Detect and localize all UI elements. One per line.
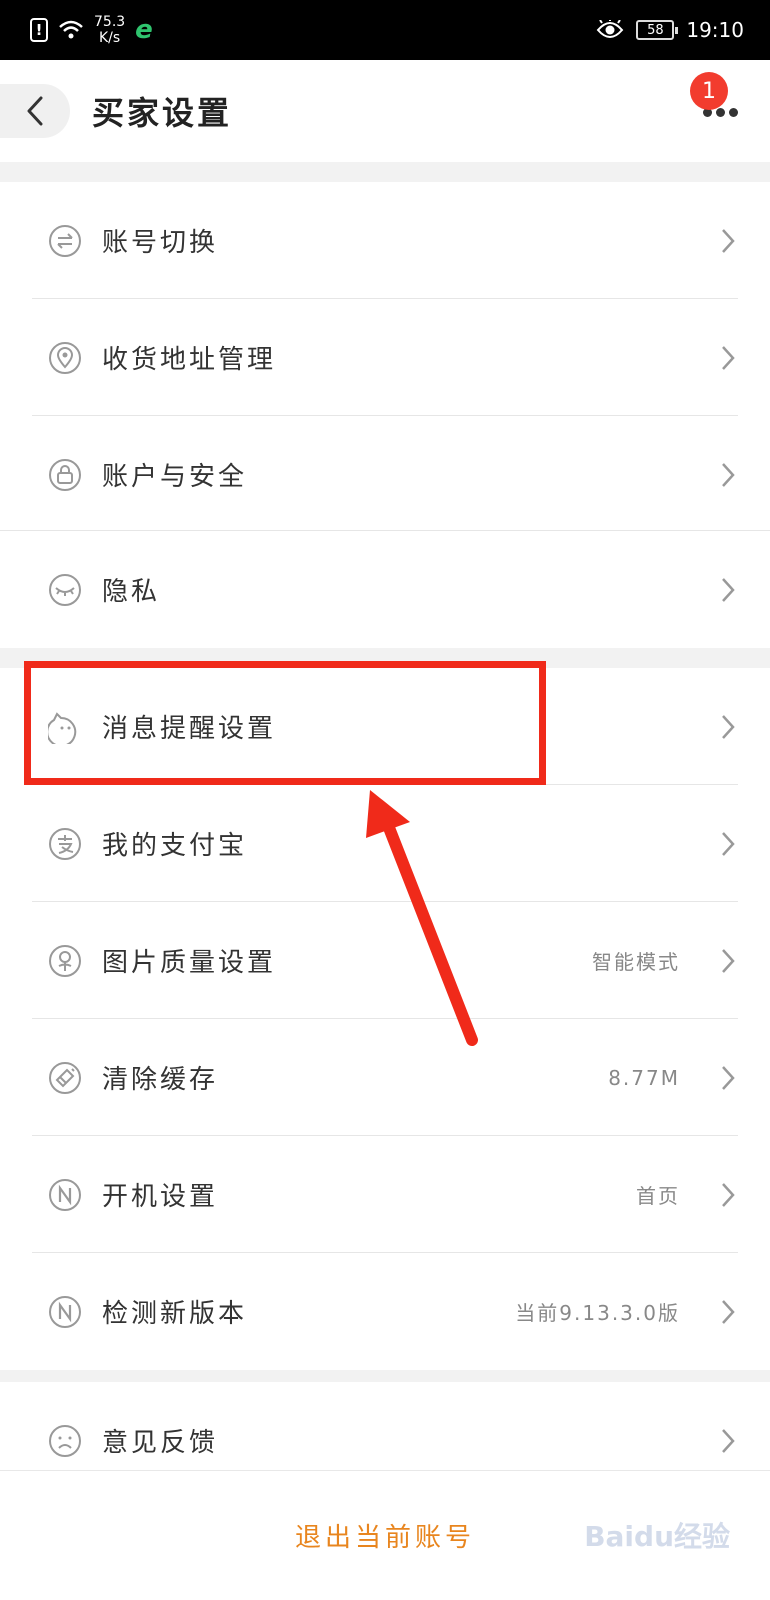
row-label: 检测新版本 <box>102 1299 248 1329</box>
chevron-right-icon <box>720 1064 736 1092</box>
row-account-switch[interactable]: 账号切换 <box>0 182 770 299</box>
browser-icon: e <box>135 15 153 45</box>
settings-group-privacy: 隐私 <box>0 530 770 648</box>
status-bar: ! 75.3 K/s e 58 19:10 <box>0 0 770 60</box>
row-label: 清除缓存 <box>102 1065 219 1095</box>
wifi-icon <box>59 20 83 39</box>
settings-group-account: 账号切换 收货地址管理 账户与安全 <box>0 182 770 533</box>
alert-icon: ! <box>30 18 48 42</box>
chevron-left-icon <box>27 96 43 126</box>
row-value: 智能模式 <box>592 950 680 974</box>
row-value: 当前9.13.3.0版 <box>515 1301 680 1325</box>
row-label: 账号切换 <box>102 228 219 258</box>
speed-value: 75.3 <box>94 14 126 30</box>
eye-icon <box>597 20 624 38</box>
back-button[interactable] <box>0 84 70 138</box>
annotation-highlight-box <box>24 661 546 785</box>
settings-group-feedback: 意见反馈 <box>0 1382 770 1470</box>
version-icon <box>48 1295 82 1329</box>
chevron-right-icon <box>720 344 736 372</box>
chevron-right-icon <box>720 1427 736 1455</box>
chevron-right-icon <box>720 1298 736 1326</box>
swap-icon <box>48 224 82 258</box>
status-right: 58 19:10 <box>596 10 744 50</box>
row-label: 账户与安全 <box>102 462 248 492</box>
feedback-icon <box>48 1424 82 1458</box>
more-button[interactable]: 1 <box>690 72 740 130</box>
notification-badge: 1 <box>690 72 728 110</box>
logout-button[interactable]: 退出当前账号 <box>295 1517 475 1554</box>
eye-closed-icon <box>48 573 82 607</box>
image-quality-icon <box>48 944 82 978</box>
chevron-right-icon <box>720 576 736 604</box>
status-left: ! 75.3 K/s e <box>30 10 153 50</box>
chevron-right-icon <box>720 461 736 489</box>
speed-unit: K/s <box>98 30 121 46</box>
row-feedback[interactable]: 意见反馈 <box>0 1382 770 1470</box>
row-privacy[interactable]: 隐私 <box>0 531 770 648</box>
row-label: 我的支付宝 <box>102 831 248 861</box>
chevron-right-icon <box>720 830 736 858</box>
network-speed: 75.3 K/s <box>94 14 125 46</box>
chevron-right-icon <box>720 947 736 975</box>
row-label: 意见反馈 <box>102 1428 219 1458</box>
clock: 19:10 <box>686 18 744 42</box>
row-value: 首页 <box>636 1184 680 1208</box>
chevron-right-icon <box>720 713 736 741</box>
row-startup-settings[interactable]: 开机设置 首页 <box>0 1136 770 1253</box>
annotation-arrow <box>366 790 478 1046</box>
battery-indicator: 58 <box>636 20 679 40</box>
row-label: 收货地址管理 <box>102 345 277 375</box>
watermark-logo: Baidu经验 <box>584 1520 730 1553</box>
lock-icon <box>48 458 82 492</box>
chevron-right-icon <box>720 1181 736 1209</box>
startup-icon <box>48 1178 82 1212</box>
location-icon <box>48 341 82 375</box>
row-label: 隐私 <box>102 577 161 607</box>
row-label: 图片质量设置 <box>102 948 277 978</box>
clear-cache-icon <box>48 1061 82 1095</box>
header: 买家设置 1 <box>0 60 770 162</box>
row-check-version[interactable]: 检测新版本 当前9.13.3.0版 <box>0 1253 770 1370</box>
page-title: 买家设置 <box>92 94 233 132</box>
row-label: 开机设置 <box>102 1182 219 1212</box>
row-value: 8.77M <box>608 1065 680 1090</box>
row-account-security[interactable]: 账户与安全 <box>0 416 770 533</box>
alipay-icon <box>48 827 82 861</box>
chevron-right-icon <box>720 227 736 255</box>
row-address-management[interactable]: 收货地址管理 <box>0 299 770 416</box>
